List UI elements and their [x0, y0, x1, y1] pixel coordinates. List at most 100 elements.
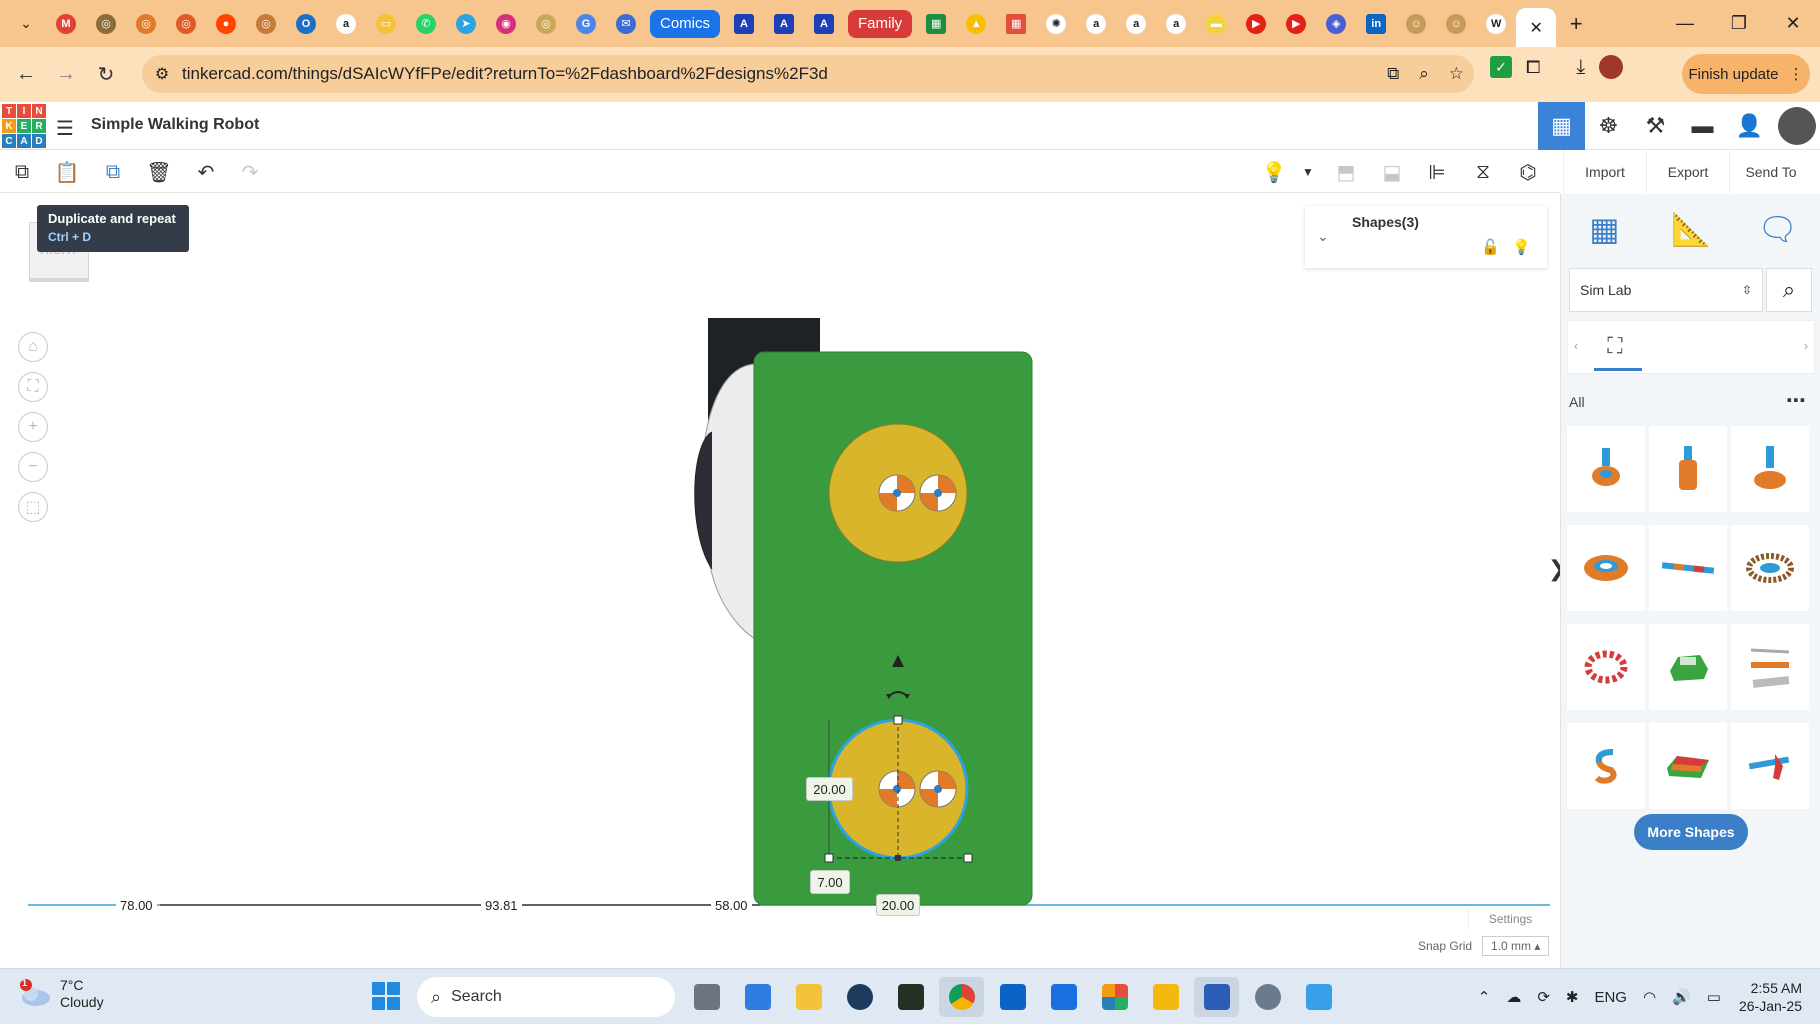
workplane[interactable]: RIGHT ⌂ ⛶ + − ⬚: [0, 194, 1566, 968]
site-tab-icon[interactable]: A: [724, 8, 764, 40]
sync-icon[interactable]: ⟳: [1537, 988, 1550, 1006]
shape-item[interactable]: [1567, 426, 1645, 512]
handle-bottom-left[interactable]: [824, 853, 834, 863]
notes-icon[interactable]: 🗨: [1753, 204, 1803, 254]
site-tab-icon[interactable]: A: [764, 8, 804, 40]
shape-item[interactable]: [1731, 525, 1809, 611]
file-explorer-icon[interactable]: [786, 977, 831, 1017]
language-indicator[interactable]: ENG: [1594, 989, 1627, 1006]
sheets-tab-icon[interactable]: ▦: [916, 8, 956, 40]
export-button[interactable]: Export: [1646, 150, 1729, 193]
windows-start-icon[interactable]: [372, 982, 400, 1010]
minimize-icon[interactable]: —: [1658, 0, 1712, 47]
new-tab-icon[interactable]: +: [1556, 8, 1596, 40]
url-bar[interactable]: ⚙ tinkercad.com/things/dSAIcWYfFPe/edit?…: [142, 55, 1474, 93]
library-select[interactable]: Sim Lab ⇳: [1569, 268, 1763, 312]
whatsapp-tab-icon[interactable]: ✆: [406, 8, 446, 40]
ungroup-icon[interactable]: ⬓: [1376, 156, 1408, 188]
offset-dimension[interactable]: 7.00: [810, 870, 850, 894]
photos-icon[interactable]: [1296, 977, 1341, 1017]
downloads-icon[interactable]: ⤓: [1576, 56, 1585, 79]
drive-tab-icon[interactable]: ▲: [956, 8, 996, 40]
clock[interactable]: 2:55 AM 26-Jan-25: [1739, 979, 1802, 1015]
site-tab-icon[interactable]: ◎: [526, 8, 566, 40]
shape-item[interactable]: [1731, 723, 1809, 809]
task-view-icon[interactable]: [684, 977, 729, 1017]
youtube-tab-icon[interactable]: ▶: [1276, 8, 1316, 40]
finish-update-button[interactable]: Finish update ⋮: [1682, 54, 1810, 94]
delete-icon[interactable]: 🗑: [143, 156, 175, 188]
lock-icon[interactable]: 🔓: [1481, 238, 1500, 256]
bookmark-star-icon[interactable]: ☆: [1449, 64, 1464, 84]
handle-bottom-right[interactable]: [963, 853, 973, 863]
shape-item[interactable]: [1649, 426, 1727, 512]
scroll-right-icon[interactable]: ›: [1804, 339, 1808, 353]
shape-item[interactable]: [1567, 723, 1645, 809]
word-icon[interactable]: [1194, 977, 1239, 1017]
duplicate-icon[interactable]: ⧉: [97, 156, 129, 188]
chatgpt-tab-icon[interactable]: ✺: [1036, 8, 1076, 40]
align-icon[interactable]: ⊫: [1421, 156, 1453, 188]
bolt-app-icon[interactable]: [1143, 977, 1188, 1017]
mirror-icon[interactable]: ⧖: [1467, 156, 1499, 188]
settings-button[interactable]: Settings: [1468, 909, 1552, 929]
linkedin-tab-icon[interactable]: in: [1356, 8, 1396, 40]
send-to-button[interactable]: Send To: [1729, 150, 1812, 193]
site-tab-icon[interactable]: ◈: [1316, 8, 1356, 40]
amazon-tab-icon[interactable]: a: [326, 8, 366, 40]
invite-user-icon[interactable]: 👤: [1726, 102, 1773, 150]
amazon-tab-icon[interactable]: a: [1156, 8, 1196, 40]
steam-icon[interactable]: [837, 977, 882, 1017]
site-tab-icon[interactable]: ◎: [86, 8, 126, 40]
close-window-icon[interactable]: ✕: [1766, 0, 1820, 47]
design-title[interactable]: Simple Walking Robot: [91, 116, 259, 134]
visibility-bulb-icon[interactable]: 💡: [1512, 238, 1531, 256]
game-app-icon[interactable]: [888, 977, 933, 1017]
site-tab-icon[interactable]: ◎: [246, 8, 286, 40]
weather-widget[interactable]: 1 7°C Cloudy: [18, 977, 104, 1011]
workplane-icon[interactable]: ▦: [1579, 204, 1629, 254]
tab-family[interactable]: Family: [848, 9, 913, 38]
shape-item[interactable]: [1649, 723, 1727, 809]
url-text[interactable]: tinkercad.com/things/dSAIcWYfFPe/edit?re…: [182, 64, 828, 84]
sim-lab-icon[interactable]: ▬: [1679, 102, 1726, 150]
search-icon[interactable]: ⌕: [1766, 268, 1812, 312]
copy-icon[interactable]: ⧉: [6, 156, 38, 188]
wikipedia-tab-icon[interactable]: W: [1476, 8, 1516, 40]
tinkercad-taskbar-icon[interactable]: [1092, 977, 1137, 1017]
taskbar-search[interactable]: ⌕ Search: [417, 977, 675, 1017]
volume-icon[interactable]: 🔊: [1672, 988, 1691, 1006]
wifi-icon[interactable]: ◠: [1643, 988, 1656, 1006]
settings-gear-icon[interactable]: [1245, 977, 1290, 1017]
scroll-left-icon[interactable]: ‹: [1574, 339, 1578, 353]
chrome-icon[interactable]: [939, 977, 984, 1017]
telegram-tab-icon[interactable]: ➤: [446, 8, 486, 40]
collapse-chevron-icon[interactable]: ⌄: [1317, 228, 1329, 245]
scene-canvas[interactable]: [0, 194, 1560, 968]
site-tab-icon[interactable]: ▬: [1196, 8, 1236, 40]
fullscreen-category-icon[interactable]: ⛶: [1600, 331, 1630, 361]
site-tab-icon[interactable]: ◎: [126, 8, 166, 40]
light-bulb-icon[interactable]: 💡: [1258, 156, 1290, 188]
battery-icon[interactable]: ▭: [1707, 988, 1721, 1006]
shape-item[interactable]: [1649, 624, 1727, 710]
height-dimension[interactable]: 20.00: [806, 777, 853, 801]
site-tab-icon[interactable]: ☺: [1396, 8, 1436, 40]
instagram-tab-icon[interactable]: ◉: [486, 8, 526, 40]
extension-check-icon[interactable]: ✓: [1490, 56, 1512, 78]
shape-item[interactable]: [1649, 525, 1727, 611]
extensions-puzzle-icon[interactable]: ⧠: [1526, 57, 1540, 78]
gmail-tab-icon[interactable]: M: [46, 8, 86, 40]
site-info-icon[interactable]: ⚙: [142, 64, 182, 84]
reddit-tab-icon[interactable]: ●: [206, 8, 246, 40]
onedrive-cloud-icon[interactable]: ☁: [1506, 988, 1521, 1006]
back-icon[interactable]: ←: [6, 55, 46, 95]
group-icon[interactable]: ⬒: [1330, 156, 1362, 188]
reload-icon[interactable]: ↻: [86, 55, 126, 95]
youtube-tab-icon[interactable]: ▶: [1236, 8, 1276, 40]
cruise-icon[interactable]: ⌬: [1512, 156, 1544, 188]
more-options-icon[interactable]: ⋯: [1786, 388, 1806, 413]
store-icon[interactable]: [735, 977, 780, 1017]
show-hidden-icons-chevron-icon[interactable]: ⌃: [1478, 988, 1491, 1006]
tinkercad-logo[interactable]: T I N K E R C A D: [2, 104, 46, 148]
